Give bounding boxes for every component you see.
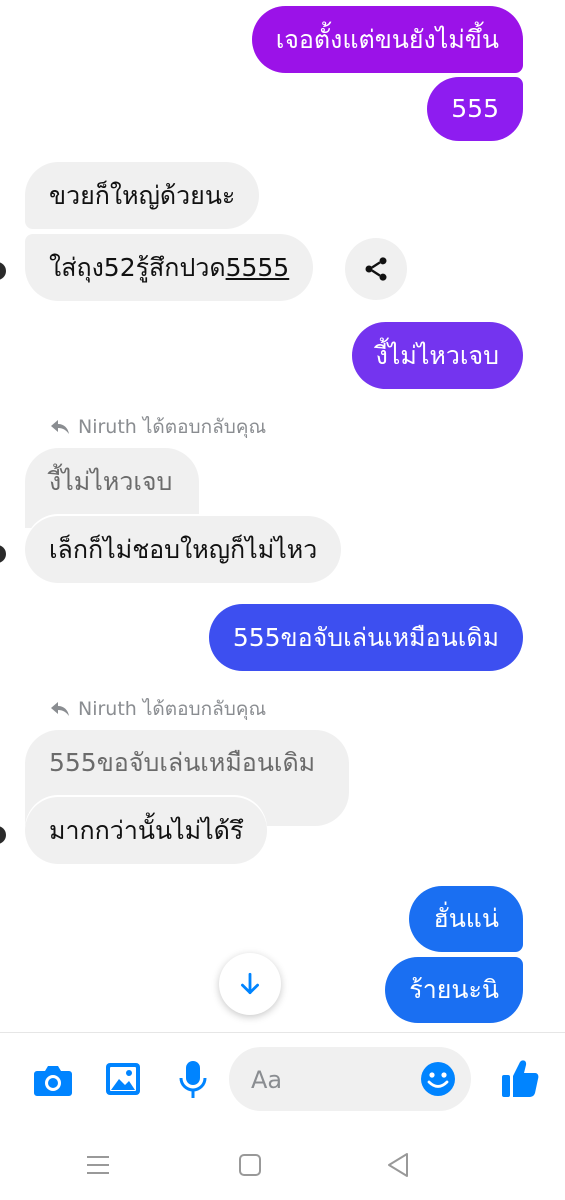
arrow-down-icon <box>241 972 259 995</box>
camera-icon <box>34 1066 72 1096</box>
outgoing-message[interactable]: ร้ายนะนิ <box>385 957 523 1023</box>
message-input-field[interactable] <box>229 1047 471 1111</box>
gallery-button[interactable] <box>104 1061 142 1097</box>
microphone-icon <box>179 1061 207 1098</box>
avatar[interactable] <box>0 826 6 844</box>
message-text: 555 <box>451 94 499 123</box>
message-text: 555ขอจับเล่นเหมือนเดิม <box>232 622 499 652</box>
quoted-text: งี้ไม่ไหวเจบ <box>49 467 173 496</box>
outgoing-message[interactable]: ฮั่นแน่ <box>409 886 523 952</box>
outgoing-message[interactable]: 555ขอจับเล่นเหมือนเดิม <box>208 604 523 671</box>
microphone-button[interactable] <box>176 1059 210 1101</box>
home-icon <box>239 1154 261 1176</box>
camera-button[interactable] <box>32 1061 74 1099</box>
incoming-message[interactable]: เล็กก็ไม่ชอบใหญก็ไม่ไหว <box>25 516 342 583</box>
back-button[interactable] <box>378 1147 418 1183</box>
outgoing-message[interactable]: งี้ไม่ไหวเจบ <box>351 322 523 389</box>
recent-apps-icon <box>87 1156 109 1174</box>
share-button[interactable] <box>345 238 407 300</box>
message-text: เจอตั้งแต่ขนยังไม่ขึ้น <box>275 24 499 54</box>
outgoing-message[interactable]: 555 <box>427 77 523 141</box>
reply-indicator: Niruth ได้ตอบกลับคุณ <box>50 412 266 442</box>
reply-icon <box>51 702 69 716</box>
message-text: เล็กก็ไม่ชอบใหญก็ไม่ไหว <box>49 534 318 564</box>
home-button[interactable] <box>230 1147 270 1183</box>
recent-apps-button[interactable] <box>78 1147 118 1183</box>
avatar[interactable] <box>0 262 6 280</box>
system-navigation-bar <box>0 1127 565 1200</box>
reply-label-text: Niruth ได้ตอบกลับคุณ <box>78 416 267 438</box>
message-text: มากกว่านั้นไม่ได้รึ <box>49 815 244 845</box>
message-thread: เจอตั้งแต่ขนยังไม่ขึ้น 555 ขวยก็ใหญ่ด้วย… <box>0 0 565 1030</box>
emoji-button[interactable] <box>419 1060 457 1098</box>
back-icon <box>388 1153 408 1177</box>
incoming-message[interactable]: ใส่ถุง52รู้สึกปวด 5555 <box>25 234 314 301</box>
image-icon <box>106 1063 140 1095</box>
message-input[interactable] <box>249 1059 423 1101</box>
message-text: งี้ไม่ไหวเจบ <box>375 340 499 370</box>
avatar[interactable] <box>0 545 6 563</box>
incoming-message[interactable]: มากกว่านั้นไม่ได้รึ <box>25 797 268 864</box>
thumbs-up-icon <box>502 1060 539 1097</box>
scroll-to-bottom-button[interactable] <box>219 953 281 1015</box>
message-link[interactable]: 5555 <box>226 252 290 284</box>
message-text: ฮั่นแน่ <box>433 904 499 933</box>
message-text: ใส่ถุง52รู้สึกปวด <box>49 252 226 282</box>
share-icon <box>365 257 387 281</box>
outgoing-message[interactable]: เจอตั้งแต่ขนยังไม่ขึ้น <box>251 6 523 73</box>
emoji-icon <box>421 1062 455 1096</box>
reply-indicator: Niruth ได้ตอบกลับคุณ <box>50 694 266 724</box>
like-button[interactable] <box>500 1057 540 1099</box>
incoming-message[interactable]: ขวยก็ใหญ่ด้วยนะ <box>25 162 260 229</box>
message-text: ขวยก็ใหญ่ด้วยนะ <box>49 180 236 210</box>
message-text: ร้ายนะนิ <box>409 975 499 1004</box>
quoted-text: 555ขอจับเล่นเหมือนเดิม <box>49 748 316 777</box>
reply-label-text: Niruth ได้ตอบกลับคุณ <box>78 698 267 720</box>
reply-icon <box>51 420 69 434</box>
message-composer <box>0 1032 565 1128</box>
